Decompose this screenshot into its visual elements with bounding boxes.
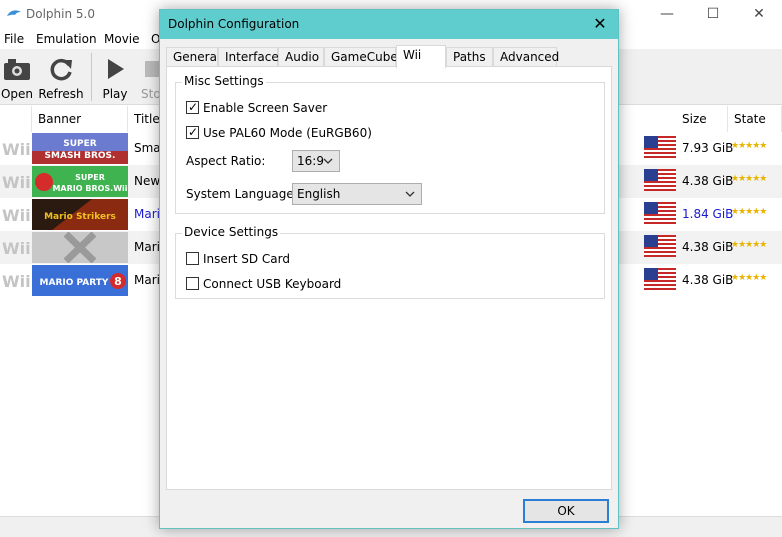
main-window-title: Dolphin 5.0: [26, 7, 95, 21]
pal60-label: Use PAL60 Mode (EuRGB60): [203, 126, 372, 140]
game-banner-missing: [32, 232, 128, 263]
game-title: Mari: [134, 240, 160, 254]
ok-button[interactable]: OK: [523, 499, 609, 523]
checkmark-icon: ✓: [188, 125, 199, 139]
svg-text:Mario Strikers: Mario Strikers: [44, 212, 116, 222]
open-icon: [4, 59, 30, 80]
checkbox-box[interactable]: ✓: [186, 100, 199, 114]
minimize-button[interactable]: —: [644, 0, 690, 29]
svg-text:SMASH BROS.: SMASH BROS.: [45, 151, 116, 161]
usa-flag-icon: [644, 136, 676, 158]
open-button[interactable]: Open: [0, 49, 34, 105]
wii-settings-panel: Misc Settings ✓ Enable Screen Saver ✓ Us…: [166, 66, 612, 490]
usa-flag-icon: [644, 202, 676, 224]
screen-saver-label: Enable Screen Saver: [203, 101, 328, 115]
menu-movie[interactable]: Movie: [104, 32, 140, 46]
tab-interface[interactable]: Interface: [218, 47, 279, 67]
game-title: Mari: [134, 273, 160, 287]
chevron-down-icon: [323, 158, 333, 164]
device-settings-group: Device Settings Insert SD Card Connect U…: [175, 225, 605, 299]
system-language-value: English: [297, 187, 341, 201]
close-window-button[interactable]: ✕: [736, 0, 782, 29]
tab-advanced[interactable]: Advanced: [493, 47, 559, 67]
system-language-label: System Language:: [186, 187, 298, 201]
device-settings-title: Device Settings: [182, 225, 281, 239]
tab-bar: General Interface Audio GameCube Wii Pat…: [166, 45, 612, 68]
rating-stars: ★★★★★: [731, 207, 767, 217]
game-size: 4.38 GiB: [682, 273, 734, 287]
column-state[interactable]: State: [728, 106, 782, 132]
svg-text:SUPER: SUPER: [75, 173, 105, 182]
play-label: Play: [102, 87, 128, 101]
game-size: 4.38 GiB: [682, 174, 734, 188]
game-title: Mari: [134, 207, 160, 221]
tab-paths[interactable]: Paths: [446, 47, 493, 67]
usb-keyboard-label: Connect USB Keyboard: [203, 277, 342, 291]
stop-button[interactable]: Sto: [138, 49, 160, 105]
refresh-button[interactable]: Refresh: [38, 49, 84, 105]
system-language-select[interactable]: English: [292, 183, 422, 205]
svg-text:MARIO PARTY: MARIO PARTY: [40, 278, 109, 288]
rating-stars: ★★★★★: [731, 141, 767, 151]
svg-text:MARIO BROS.Wii: MARIO BROS.Wii: [52, 184, 127, 193]
stop-icon: [145, 61, 160, 77]
misc-settings-title: Misc Settings: [182, 74, 266, 88]
tab-gamecube[interactable]: GameCube: [324, 47, 398, 67]
platform-label: Wii: [2, 206, 31, 225]
aspect-ratio-value: 16:9: [297, 154, 324, 168]
column-size[interactable]: Size: [676, 106, 728, 132]
play-button[interactable]: Play: [98, 49, 132, 105]
usa-flag-icon: [644, 268, 676, 290]
game-size: 7.93 GiB: [682, 141, 734, 155]
refresh-label: Refresh: [38, 87, 84, 101]
tab-wii[interactable]: Wii: [396, 45, 446, 68]
misc-settings-group: Misc Settings ✓ Enable Screen Saver ✓ Us…: [175, 74, 605, 214]
column-banner[interactable]: Banner: [32, 106, 128, 132]
game-banner-smash: SUPER SMASH BROS.: [32, 133, 128, 164]
configuration-dialog: Dolphin Configuration ✕ General Interfac…: [159, 9, 619, 529]
checkbox-box[interactable]: [186, 277, 199, 290]
checkmark-icon: ✓: [188, 100, 199, 114]
refresh-icon: [50, 58, 72, 81]
svg-text:8: 8: [114, 275, 122, 288]
sd-card-label: Insert SD Card: [203, 252, 290, 266]
menu-emulation[interactable]: Emulation: [36, 32, 97, 46]
game-size: 4.38 GiB: [682, 240, 734, 254]
toolbar-separator: [91, 53, 92, 101]
tab-general[interactable]: General: [166, 47, 220, 67]
chevron-down-icon: [405, 191, 415, 197]
dialog-titlebar: Dolphin Configuration ✕: [160, 10, 618, 39]
open-label: Open: [0, 87, 34, 101]
usa-flag-icon: [644, 169, 676, 191]
menu-file[interactable]: File: [4, 32, 24, 46]
svg-text:SUPER: SUPER: [63, 139, 97, 149]
game-banner-mario-party: MARIO PARTY 8: [32, 265, 128, 296]
dolphin-logo-icon: [7, 10, 21, 16]
platform-label: Wii: [2, 140, 31, 159]
dialog-title: Dolphin Configuration: [168, 17, 300, 31]
game-size: 1.84 GiB: [682, 207, 734, 221]
platform-label: Wii: [2, 272, 31, 291]
maximize-button[interactable]: ☐: [690, 0, 736, 29]
stop-label: Sto: [141, 87, 160, 101]
checkbox-box[interactable]: [186, 252, 199, 265]
game-title: New: [134, 174, 161, 188]
usa-flag-icon: [644, 235, 676, 257]
game-banner-strikers: Mario Strikers: [32, 199, 128, 230]
platform-label: Wii: [2, 239, 31, 258]
play-icon: [108, 59, 124, 79]
checkbox-box[interactable]: ✓: [186, 125, 199, 139]
rating-stars: ★★★★★: [731, 240, 767, 250]
aspect-ratio-select[interactable]: 16:9: [292, 150, 340, 172]
tab-audio[interactable]: Audio: [278, 47, 324, 67]
rating-stars: ★★★★★: [731, 174, 767, 184]
dialog-close-icon[interactable]: ✕: [590, 14, 610, 33]
aspect-ratio-label: Aspect Ratio:: [186, 154, 266, 168]
game-banner-nsmbw: SUPER MARIO BROS.Wii: [32, 166, 128, 197]
platform-label: Wii: [2, 173, 31, 192]
rating-stars: ★★★★★: [731, 273, 767, 283]
column-platform[interactable]: [0, 106, 32, 132]
